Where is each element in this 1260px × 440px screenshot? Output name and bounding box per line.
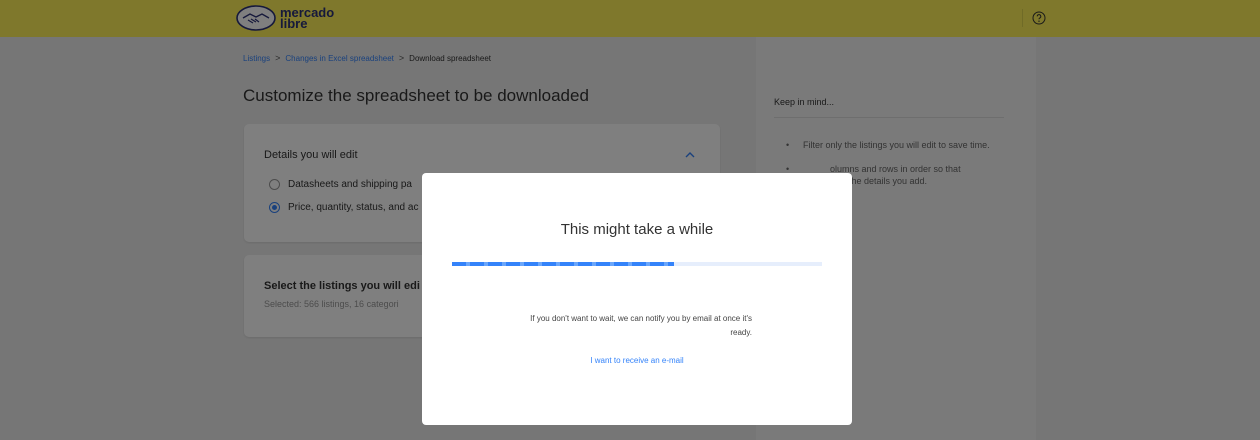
modal-title: This might take a while xyxy=(560,221,714,238)
progress-bar xyxy=(452,262,822,266)
receive-email-link[interactable]: I want to receive an e-mail xyxy=(422,356,852,365)
loading-modal: This might take a while If you don't wan… xyxy=(422,173,852,425)
page: mercado libre Listings > Changes in Exce… xyxy=(0,0,1260,440)
modal-message: If you don't want to wait, we can notify… xyxy=(530,314,752,337)
progress-bar-fill xyxy=(452,262,674,266)
